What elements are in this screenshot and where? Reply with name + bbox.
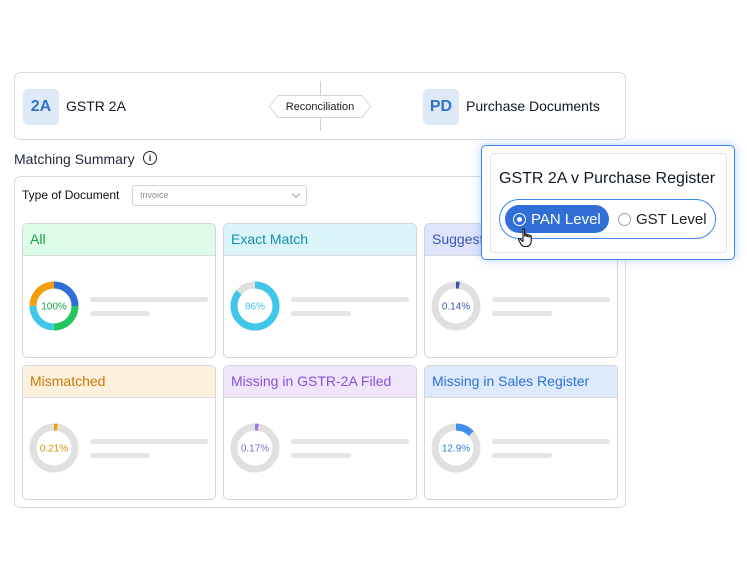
gst-level-label: GST Level <box>636 210 707 228</box>
purchase-docs-badge: PD <box>423 89 459 125</box>
donut-chart: 100% <box>29 281 79 331</box>
placeholder-line <box>492 297 610 302</box>
card-title: All <box>23 224 215 256</box>
donut-percent-label: 86% <box>245 302 265 313</box>
document-type-select[interactable]: Invoice <box>132 185 307 206</box>
matching-summary-title: Matching Summary <box>14 151 135 167</box>
reconciliation-pill: Reconciliation <box>285 100 355 113</box>
document-type-label: Type of Document <box>22 188 120 202</box>
card-exact-match[interactable]: Exact Match 86% <box>223 223 417 358</box>
popup-title: GSTR 2A v Purchase Register <box>499 170 716 187</box>
document-type-value: Invoice <box>140 190 169 200</box>
placeholder-line <box>492 311 552 316</box>
placeholder-line <box>90 311 150 316</box>
card-missing-gstr2a[interactable]: Missing in GSTR-2A Filed 0.17% <box>223 365 417 500</box>
placeholder-line <box>291 439 409 444</box>
card-mismatched[interactable]: Mismatched 0.21% <box>22 365 216 500</box>
gstr2a-badge: 2A <box>23 89 59 125</box>
placeholder-line <box>291 297 409 302</box>
pan-level-label: PAN Level <box>531 210 601 228</box>
chevron-down-icon <box>291 189 301 199</box>
donut-chart: 0.14% <box>431 281 481 331</box>
card-title: Missing in GSTR-2A Filed <box>224 366 416 398</box>
donut-chart: 86% <box>230 281 280 331</box>
placeholder-line <box>492 453 552 458</box>
card-title: Missing in Sales Register <box>425 366 617 398</box>
hand-pointer-icon <box>517 228 532 248</box>
card-missing-sales-register[interactable]: Missing in Sales Register 12.9% <box>424 365 618 500</box>
purchase-docs-label: Purchase Documents <box>466 98 600 114</box>
gstr2a-label: GSTR 2A <box>66 98 126 114</box>
placeholder-line <box>90 297 208 302</box>
card-all[interactable]: All 100% <box>22 223 216 358</box>
card-title: Exact Match <box>224 224 416 256</box>
donut-chart: 0.17% <box>230 423 280 473</box>
gst-level-option[interactable]: GST Level <box>618 205 707 233</box>
card-title: Mismatched <box>23 366 215 398</box>
donut-percent-label: 0.21% <box>40 444 68 455</box>
donut-percent-label: 0.14% <box>442 302 470 313</box>
placeholder-line <box>90 439 208 444</box>
radio-selected-icon <box>513 212 526 226</box>
donut-chart: 12.9% <box>431 423 481 473</box>
reconciliation-bar: 2A GSTR 2A Reconciliation PD Purchase Do… <box>14 72 626 140</box>
radio-unselected-icon <box>618 212 631 226</box>
donut-percent-label: 100% <box>41 302 67 313</box>
placeholder-line <box>90 453 150 458</box>
donut-percent-label: 12.9% <box>442 444 470 455</box>
info-icon[interactable]: i <box>143 151 157 165</box>
placeholder-line <box>291 311 351 316</box>
placeholder-line <box>492 439 610 444</box>
donut-chart: 0.21% <box>29 423 79 473</box>
placeholder-line <box>291 453 351 458</box>
donut-percent-label: 0.17% <box>241 444 269 455</box>
